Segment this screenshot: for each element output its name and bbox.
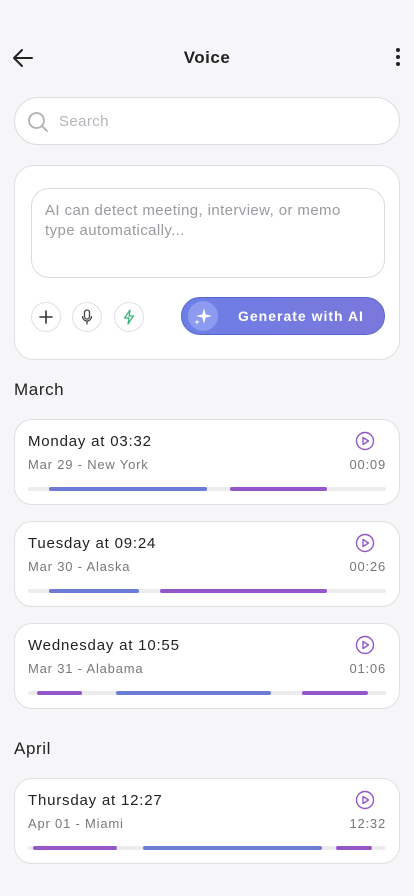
timeline-segment [230,487,327,491]
memo-date-location: Mar 30 - Alaska [28,559,131,574]
microphone-icon [81,309,93,325]
generate-label: Generate with AI [238,308,364,324]
timeline-segment [335,846,372,850]
play-icon [355,790,375,810]
timeline-segment [160,589,327,593]
search-bar [14,97,400,145]
ai-composer: Generate with AI [14,165,400,360]
memo-duration: 00:26 [349,559,386,574]
timeline-segment [49,589,139,593]
memo-duration: 00:09 [349,457,386,472]
more-vertical-icon [396,48,400,66]
lightning-icon [123,309,135,325]
sparkle-icon [188,301,218,331]
generate-with-ai-button[interactable]: Generate with AI [181,297,385,335]
memo-duration: 12:32 [349,816,386,831]
memo-title: Tuesday at 09:24 [28,535,157,552]
page-title: Voice [183,48,231,67]
memo-title: Wednesday at 10:55 [28,637,180,654]
more-menu-button[interactable] [392,44,404,72]
plus-icon [39,310,53,324]
quick-action-button[interactable] [114,302,144,332]
play-button[interactable] [355,431,375,451]
add-button[interactable] [31,302,61,332]
timeline-segment [33,846,118,850]
play-button[interactable] [355,635,375,655]
timeline-segment [142,846,322,850]
timeline-segment [115,691,272,695]
section-heading: March [14,380,65,399]
memo-title: Thursday at 12:27 [28,792,163,809]
memo-duration: 01:06 [349,661,386,676]
play-icon [355,635,375,655]
search-icon [28,112,48,132]
play-icon [355,431,375,451]
memo-prompt-input[interactable] [31,188,385,278]
memo-title: Monday at 03:32 [28,433,152,450]
speaker-timeline[interactable] [28,691,386,695]
memo-date-location: Apr 01 - Miami [28,816,124,831]
record-button[interactable] [72,302,102,332]
memo-card[interactable]: Tuesday at 09:24 Mar 30 - Alaska 00:26 [14,521,400,607]
play-button[interactable] [355,790,375,810]
play-icon [355,533,375,553]
speaker-timeline[interactable] [28,589,386,593]
top-bar: Voice [0,36,414,80]
timeline-segment [49,487,207,491]
timeline-segment [301,691,369,695]
memo-card[interactable]: Wednesday at 10:55 Mar 31 - Alabama 01:06 [14,623,400,709]
memo-date-location: Mar 29 - New York [28,457,149,472]
memo-card[interactable]: Monday at 03:32 Mar 29 - New York 00:09 [14,419,400,505]
timeline-segment [36,691,82,695]
memo-date-location: Mar 31 - Alabama [28,661,144,676]
speaker-timeline[interactable] [28,846,386,850]
memo-card[interactable]: Thursday at 12:27 Apr 01 - Miami 12:32 [14,778,400,864]
voice-screen: Voice Search AI can detect meeting, inte… [0,0,414,896]
search-input[interactable] [59,109,379,133]
section-heading: April [14,739,52,758]
speaker-timeline[interactable] [28,487,386,491]
play-button[interactable] [355,533,375,553]
